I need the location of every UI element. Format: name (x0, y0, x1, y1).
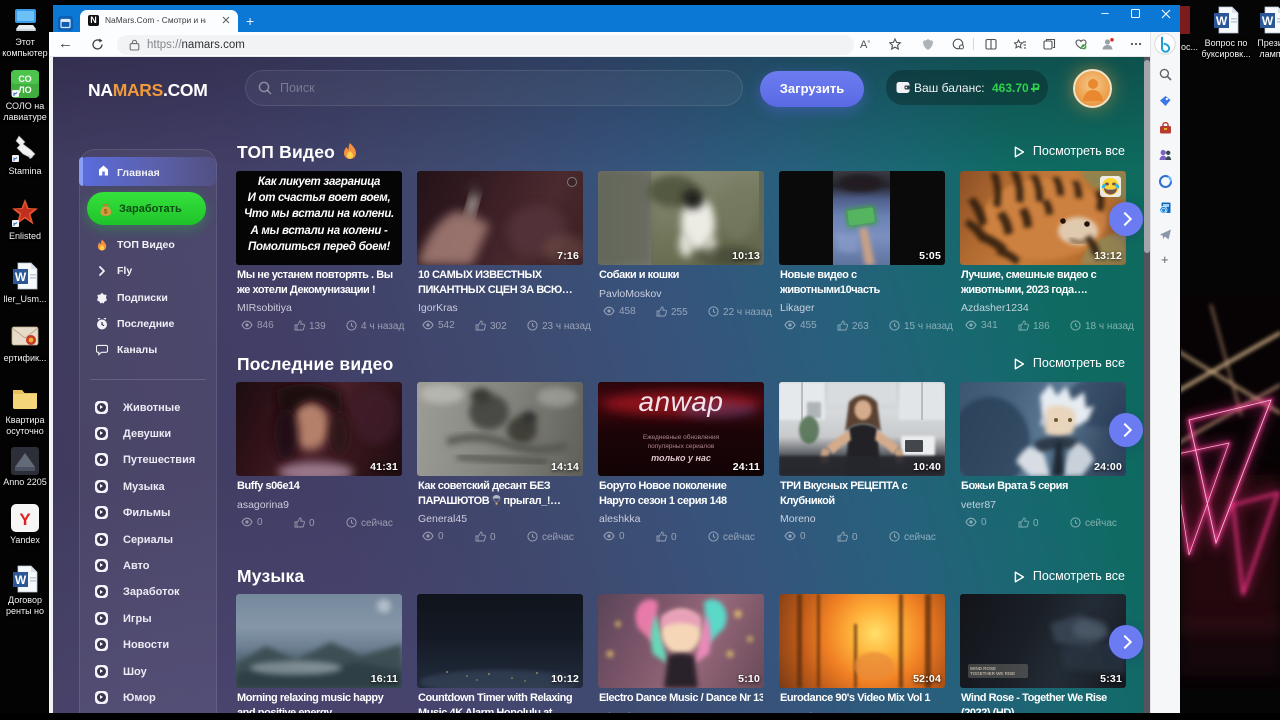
svg-text:Y: Y (19, 510, 31, 529)
svg-text:W: W (15, 270, 27, 284)
svg-text:W: W (1262, 14, 1274, 28)
svg-text:W: W (15, 573, 27, 587)
svg-text:$: $ (104, 209, 108, 216)
svg-text:СО: СО (18, 74, 31, 84)
svg-text:ЛО: ЛО (18, 85, 31, 95)
svg-text:ᵃ: ᵃ (868, 40, 871, 46)
svg-text:O: O (1161, 207, 1166, 214)
svg-text:W: W (1216, 14, 1228, 28)
